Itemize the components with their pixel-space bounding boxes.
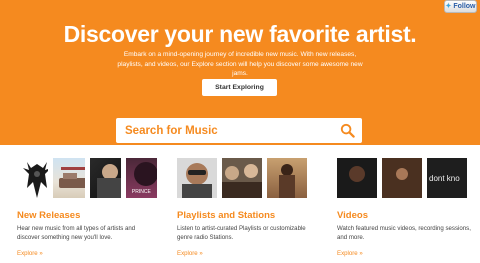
explore-link[interactable]: Explore » <box>337 250 363 257</box>
start-exploring-button[interactable]: Start Exploring <box>202 79 277 96</box>
video-thumbnail[interactable] <box>337 158 377 198</box>
section-title[interactable]: Videos <box>337 210 477 221</box>
search-box <box>116 118 362 143</box>
playlists-thumbnails <box>177 158 317 198</box>
album-thumbnail[interactable]: PRINCE <box>125 158 157 198</box>
thumbnail-caption: PRINCE <box>131 189 151 195</box>
album-thumbnail[interactable] <box>17 158 49 198</box>
new-releases-thumbnails: PRINCE <box>17 158 157 198</box>
playlist-thumbnail[interactable] <box>267 158 307 198</box>
section-description: Watch featured music videos, recording s… <box>337 225 471 241</box>
thumbnail-overlay-text: dont kno <box>429 174 460 183</box>
video-thumbnail[interactable]: dont kno <box>427 158 467 198</box>
new-releases-section: PRINCE New Releases Hear new music from … <box>17 158 157 260</box>
section-title[interactable]: Playlists and Stations <box>177 210 317 221</box>
follow-label: Follow <box>453 3 476 10</box>
twitter-bird-icon: ✦ <box>445 3 452 10</box>
videos-section: dont kno Videos Watch featured music vid… <box>337 158 477 260</box>
playlists-section: Playlists and Stations Listen to artist-… <box>177 158 317 260</box>
search-input[interactable] <box>116 118 326 143</box>
hero-description: Embark on a mind-opening journey of incr… <box>117 51 363 77</box>
section-title[interactable]: New Releases <box>17 210 157 221</box>
playlist-thumbnail[interactable] <box>222 158 262 198</box>
videos-thumbnails: dont kno <box>337 158 477 198</box>
hero-banner: ✦ Follow Discover your new favorite arti… <box>0 0 480 145</box>
album-thumbnail[interactable] <box>89 158 121 198</box>
explore-link[interactable]: Explore » <box>17 250 43 257</box>
album-thumbnail[interactable] <box>53 158 85 198</box>
search-icon[interactable] <box>340 123 355 138</box>
video-thumbnail[interactable] <box>382 158 422 198</box>
twitter-follow-button[interactable]: ✦ Follow <box>444 0 477 13</box>
hero-title: Discover your new favorite artist. <box>63 21 417 47</box>
playlist-thumbnail[interactable] <box>177 158 217 198</box>
explore-link[interactable]: Explore » <box>177 250 203 257</box>
section-description: Listen to artist-curated Playlists or cu… <box>177 225 306 241</box>
section-description: Hear new music from all types of artists… <box>17 225 136 241</box>
